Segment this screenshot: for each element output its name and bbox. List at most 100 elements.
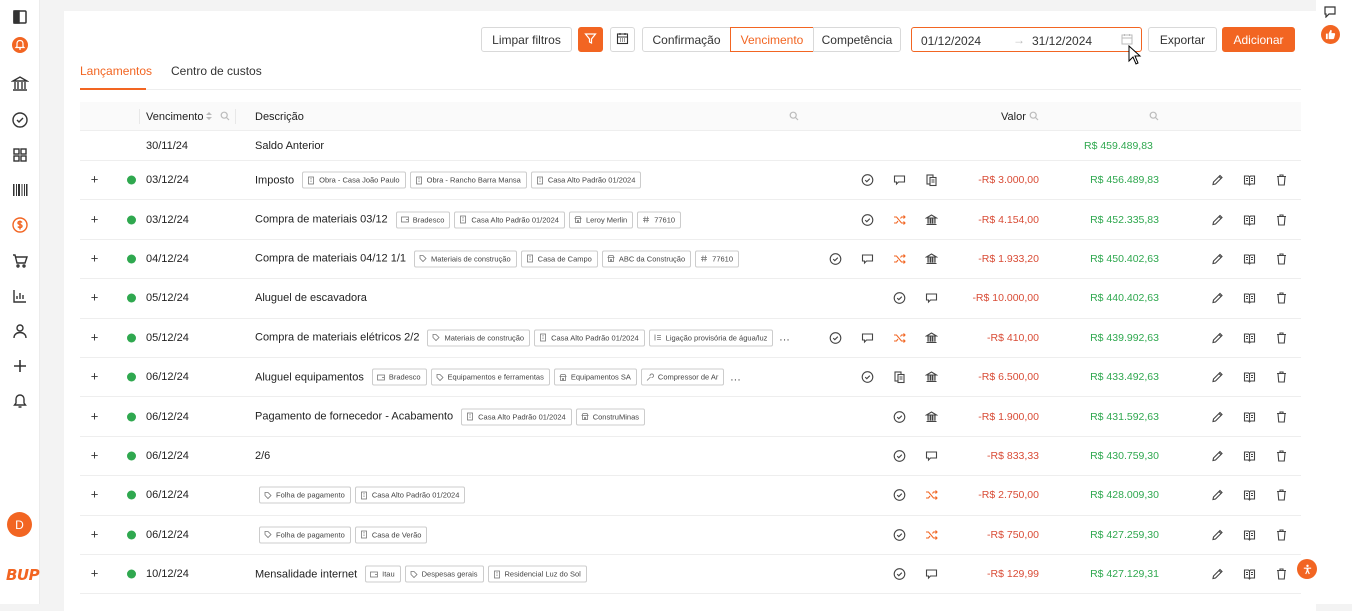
calendar-view-button[interactable]	[610, 27, 635, 52]
table-row[interactable]: +04/12/24 Compra de materiais 04/12 1/1 Ma…	[80, 240, 1301, 280]
edit-icon[interactable]	[1211, 331, 1224, 344]
sort-icon[interactable]	[204, 111, 214, 121]
book-icon[interactable]	[1243, 528, 1256, 541]
tab-centro-de-custos[interactable]: Centro de custos	[171, 64, 262, 78]
tag-chip[interactable]: Folha de pagamento	[259, 486, 351, 504]
tag-chip[interactable]: Equipamentos e ferramentas	[430, 368, 550, 386]
date-from[interactable]: 01/12/2024	[921, 34, 981, 48]
cart-icon[interactable]	[11, 252, 29, 270]
tag-chip[interactable]: Ligação provisória de água/luz	[648, 329, 774, 347]
check-circle-icon[interactable]	[893, 449, 906, 462]
check-circle-icon[interactable]	[829, 252, 842, 265]
expand-row-button[interactable]: +	[89, 409, 100, 422]
expand-row-button[interactable]: +	[89, 251, 100, 264]
bank-icon[interactable]	[925, 252, 938, 265]
shuffle-icon[interactable]	[893, 213, 906, 226]
tag-chip[interactable]: Materiais de construção	[427, 329, 531, 347]
user-icon[interactable]	[11, 322, 29, 340]
expand-row-button[interactable]: +	[89, 448, 100, 461]
search-icon[interactable]	[220, 111, 230, 121]
trash-icon[interactable]	[1275, 568, 1288, 581]
tag-chip[interactable]: 77610	[695, 250, 740, 268]
dollar-icon[interactable]	[11, 216, 29, 234]
bell-icon[interactable]	[11, 392, 29, 410]
tag-chip[interactable]: Equipamentos SA	[553, 368, 637, 386]
table-row[interactable]: +06/12/24 Pagamento de fornecedor - Acaba…	[80, 397, 1301, 437]
barcode-icon[interactable]	[11, 181, 29, 199]
edit-icon[interactable]	[1211, 292, 1224, 305]
tag-chip[interactable]: Bradesco	[395, 211, 451, 229]
book-icon[interactable]	[1243, 410, 1256, 423]
trash-icon[interactable]	[1275, 252, 1288, 265]
expand-row-button[interactable]: +	[89, 212, 100, 225]
table-row[interactable]: +06/12/24 Aluguel equipamentos Bradesco Equ…	[80, 358, 1301, 398]
expand-row-button[interactable]: +	[89, 291, 100, 304]
notification-orange-icon[interactable]	[11, 36, 29, 54]
document-icon[interactable]	[925, 174, 938, 187]
book-icon[interactable]	[1243, 331, 1256, 344]
chat-icon[interactable]	[1324, 6, 1336, 19]
trash-icon[interactable]	[1275, 449, 1288, 462]
message-icon[interactable]	[861, 252, 874, 265]
table-row[interactable]: +06/12/24 Folha de pagamento Casa de Verão…	[80, 516, 1301, 555]
bank-icon[interactable]	[925, 331, 938, 344]
expand-row-button[interactable]: +	[89, 330, 100, 343]
tag-chip[interactable]: Folha de pagamento	[259, 526, 351, 544]
check-circle-icon[interactable]	[861, 174, 874, 187]
thumbs-up-icon[interactable]	[1321, 25, 1340, 44]
header-vencimento[interactable]: Vencimento	[146, 111, 203, 123]
book-icon[interactable]	[1243, 568, 1256, 581]
tag-chip[interactable]: Obra - Rancho Barra Mansa	[409, 171, 527, 189]
tag-chip[interactable]: ABC da Construção	[601, 250, 692, 268]
table-row[interactable]: +03/12/24 Imposto Obra - Casa João Paulo Ob…	[80, 161, 1301, 201]
tab-lancamentos[interactable]: Lançamentos	[80, 64, 152, 78]
trash-icon[interactable]	[1275, 489, 1288, 502]
seg-vencimento[interactable]: Vencimento	[730, 27, 814, 52]
trash-icon[interactable]	[1275, 410, 1288, 423]
expand-row-button[interactable]: +	[89, 488, 100, 501]
check-circle-icon[interactable]	[829, 331, 842, 344]
edit-icon[interactable]	[1211, 489, 1224, 502]
edit-icon[interactable]	[1211, 449, 1224, 462]
bank-icon[interactable]	[925, 410, 938, 423]
panel-toggle-icon[interactable]	[11, 8, 29, 26]
book-icon[interactable]	[1243, 292, 1256, 305]
edit-icon[interactable]	[1211, 174, 1224, 187]
tag-chip[interactable]: Leroy Merlin	[568, 211, 634, 229]
shuffle-icon[interactable]	[925, 489, 938, 502]
message-icon[interactable]	[925, 449, 938, 462]
edit-icon[interactable]	[1211, 528, 1224, 541]
date-to[interactable]: 31/12/2024	[1032, 34, 1092, 48]
tag-chip[interactable]: 77610	[637, 211, 682, 229]
clear-filters-button[interactable]: Limpar filtros	[481, 27, 572, 52]
book-icon[interactable]	[1243, 252, 1256, 265]
trash-icon[interactable]	[1275, 174, 1288, 187]
check-circle-icon[interactable]	[893, 528, 906, 541]
table-row[interactable]: +06/12/24 Folha de pagamento Casa Alto Pad…	[80, 476, 1301, 516]
edit-icon[interactable]	[1211, 213, 1224, 226]
shuffle-icon[interactable]	[925, 528, 938, 541]
accessibility-icon[interactable]	[1297, 559, 1317, 579]
document-icon[interactable]	[893, 371, 906, 384]
table-row[interactable]: +05/12/24 Compra de materiais elétricos 2…	[80, 319, 1301, 358]
check-circle-icon[interactable]	[861, 213, 874, 226]
tag-chip[interactable]: Casa de Campo	[520, 250, 598, 268]
message-icon[interactable]	[925, 568, 938, 581]
tag-chip[interactable]: Casa Alto Padrão 01/2024	[530, 171, 642, 189]
edit-icon[interactable]	[1211, 371, 1224, 384]
bank-icon[interactable]	[925, 213, 938, 226]
message-icon[interactable]	[861, 331, 874, 344]
search-icon[interactable]	[1029, 111, 1039, 121]
book-icon[interactable]	[1243, 489, 1256, 502]
tag-chip[interactable]: Casa Alto Padrão 01/2024	[461, 408, 572, 426]
edit-icon[interactable]	[1211, 568, 1224, 581]
tag-chip[interactable]: Obra - Casa João Paulo	[302, 171, 406, 189]
more-tags[interactable]: ...	[779, 332, 790, 344]
tag-chip[interactable]: Compressor de Ar	[640, 368, 725, 386]
tag-chip[interactable]: ConstruMinas	[575, 408, 645, 426]
seg-competencia[interactable]: Competência	[813, 27, 901, 52]
seg-confirmacao[interactable]: Confirmação	[642, 27, 731, 52]
trash-icon[interactable]	[1275, 528, 1288, 541]
tag-chip[interactable]: Casa Alto Padrão 01/2024	[534, 329, 645, 347]
shuffle-icon[interactable]	[893, 252, 906, 265]
